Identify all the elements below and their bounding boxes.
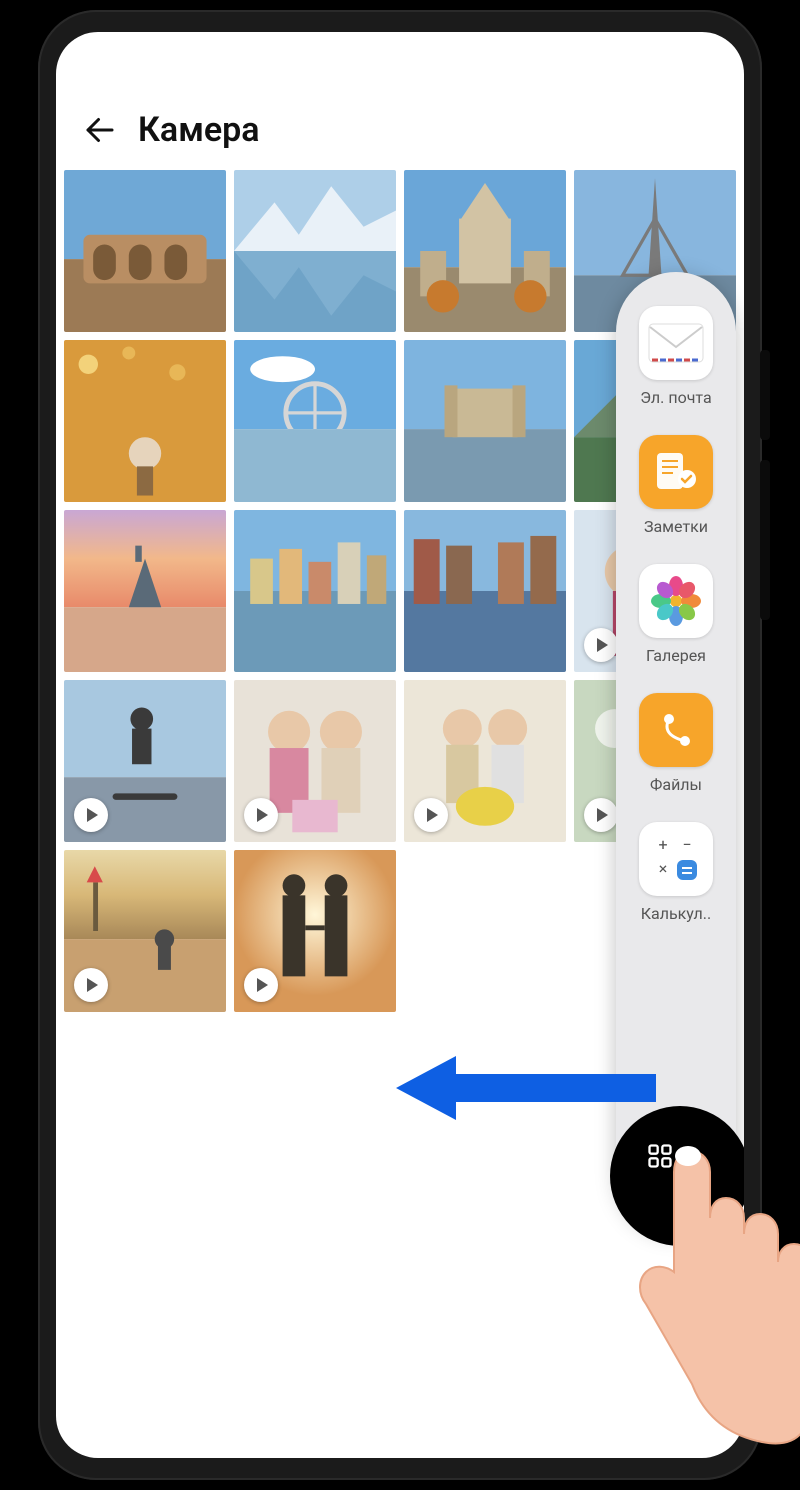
app-header: Камера (56, 110, 744, 170)
svg-text:×: × (659, 859, 668, 878)
swipe-arrow-left-icon (396, 1048, 656, 1128)
arrow-left-icon (82, 112, 118, 148)
photo-thumb[interactable] (404, 510, 566, 672)
photo-thumb[interactable] (404, 680, 566, 842)
play-icon (74, 798, 108, 832)
dock-item-files[interactable]: Файлы (616, 693, 736, 794)
play-icon (74, 968, 108, 1002)
dock-item-calculator[interactable]: +−× Калькул.. (616, 822, 736, 923)
photo-thumb[interactable] (234, 850, 396, 1012)
svg-text:−: − (682, 835, 691, 854)
gallery-flower-icon (639, 564, 713, 638)
mail-icon (639, 306, 713, 380)
hand-pointer-icon (602, 1134, 800, 1454)
dock-item-notes[interactable]: Заметки (616, 435, 736, 536)
photo-thumb[interactable] (234, 340, 396, 502)
play-icon (584, 628, 618, 662)
play-icon (244, 798, 278, 832)
status-bar (56, 32, 744, 110)
dock-label: Калькул.. (641, 904, 712, 923)
photo-thumb[interactable] (234, 170, 396, 332)
files-icon (639, 693, 713, 767)
photo-thumb[interactable] (404, 340, 566, 502)
dock-label: Файлы (650, 775, 702, 794)
photo-thumb[interactable] (64, 170, 226, 332)
photo-thumb[interactable] (404, 170, 566, 332)
page-title: Камера (138, 110, 260, 150)
play-icon (244, 968, 278, 1002)
phone-side-button-2 (760, 460, 770, 620)
photo-thumb[interactable] (64, 680, 226, 842)
dock-label: Галерея (646, 646, 706, 665)
back-button[interactable] (80, 110, 120, 150)
dock-item-gallery[interactable]: Галерея (616, 564, 736, 665)
notes-icon (639, 435, 713, 509)
svg-text:+: + (658, 835, 667, 854)
dock-label: Эл. почта (640, 388, 711, 407)
play-icon (584, 798, 618, 832)
dock-item-email[interactable]: Эл. почта (616, 306, 736, 407)
play-icon (414, 798, 448, 832)
dock-label: Заметки (644, 517, 708, 536)
photo-thumb[interactable] (64, 850, 226, 1012)
phone-side-button-1 (760, 350, 770, 440)
photo-thumb[interactable] (234, 510, 396, 672)
photo-thumb[interactable] (234, 680, 396, 842)
photo-thumb[interactable] (64, 510, 226, 672)
photo-thumb[interactable] (64, 340, 226, 502)
calculator-icon: +−× (639, 822, 713, 896)
